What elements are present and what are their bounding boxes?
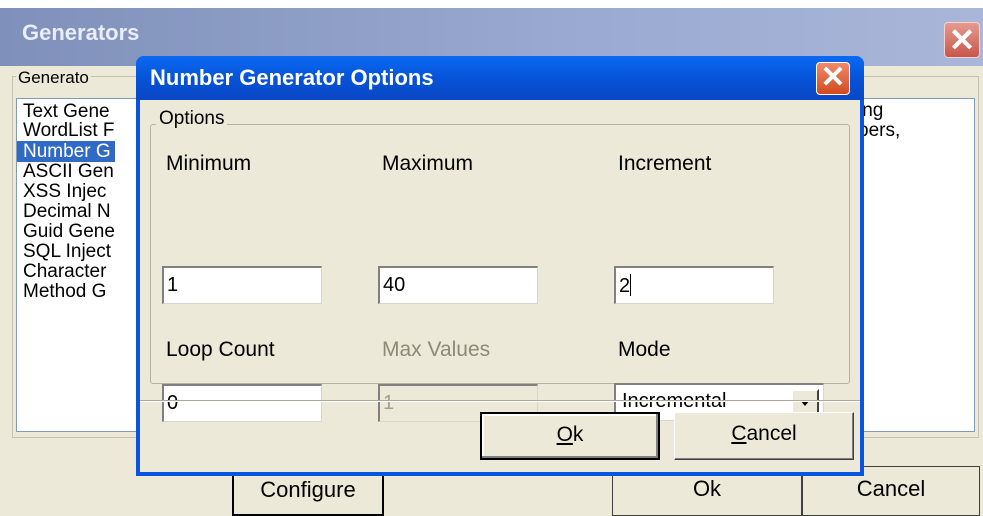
ok-mnemonic: O [556,423,573,446]
maximum-input[interactable]: 40 [378,266,538,304]
increment-label: Increment [618,152,712,175]
generator-description: bers, [858,120,901,141]
list-item[interactable]: Guid Gene [23,221,115,242]
list-item[interactable]: WordList F [23,120,115,141]
list-item[interactable]: ASCII Gen [23,161,114,182]
increment-value: 2 [619,275,631,297]
generators-ok-label: Ok [692,476,722,501]
mode-label: Mode [618,338,671,361]
cancel-button[interactable]: Cancel [674,412,854,460]
cancel-mnemonic: C [731,422,747,445]
dialog-close-button[interactable]: ✕ [816,61,850,95]
generators-title: Generators [22,20,140,45]
list-item[interactable]: SQL Inject [23,241,111,262]
maximum-label: Maximum [382,152,474,175]
close-icon: ✕ [948,22,976,58]
dialog-title: Number Generator Options [150,65,434,90]
text-caret [630,274,632,296]
dialog-titlebar[interactable]: Number Generator Options ✕ [136,56,864,100]
list-item[interactable]: Method G [23,281,106,302]
list-item[interactable]: XSS Injec [23,181,106,202]
configure-button-label: Configure [260,477,356,502]
maximum-value: 40 [383,274,406,296]
generators-group-label: Generato [16,68,91,88]
loop-count-input[interactable]: 0 [162,384,322,422]
close-icon: ✕ [820,61,846,94]
generators-cancel-label: Cancel [856,476,926,501]
options-group-label: Options [156,108,228,130]
ok-button[interactable]: Ok [480,412,660,460]
mode-value: Incremental [622,390,727,412]
increment-input[interactable]: 2 [614,266,774,304]
list-item[interactable]: Text Gene [23,101,110,122]
chevron-down-icon [800,400,810,406]
loop-count-label: Loop Count [166,338,275,361]
list-item-selected[interactable]: Number G [17,141,115,162]
minimum-value: 1 [167,274,179,296]
list-item[interactable]: Decimal N [23,201,111,222]
max-values-value: 1 [383,392,395,414]
ok-label: k [572,423,584,446]
cancel-label: ancel [746,422,797,445]
minimum-input[interactable]: 1 [162,266,322,304]
loop-count-value: 0 [167,392,179,414]
list-item[interactable]: Character [23,261,106,282]
generators-close-button[interactable]: ✕ [944,22,980,58]
max-values-label: Max Values [382,338,491,361]
minimum-label: Minimum [166,152,252,175]
